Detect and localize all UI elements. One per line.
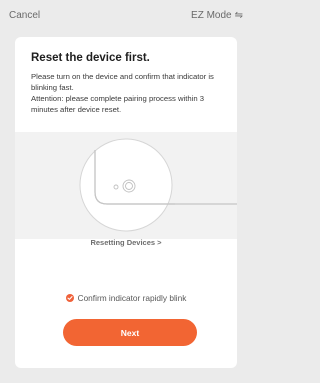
top-bar: Cancel EZ Mode ⇋: [0, 0, 251, 30]
instructions-text: Please turn on the device and confirm th…: [31, 71, 231, 115]
device-power-button-icon: [15, 132, 237, 239]
device-illustration: [15, 132, 237, 239]
cancel-button[interactable]: Cancel: [9, 10, 40, 21]
resetting-devices-link[interactable]: Resetting Devices >: [15, 238, 237, 247]
attention-line: Attention: please complete pairing proce…: [31, 94, 205, 114]
next-button[interactable]: Next: [63, 319, 197, 346]
mode-switch-button[interactable]: EZ Mode ⇋: [191, 10, 243, 21]
page-title: Reset the device first.: [31, 52, 150, 64]
swap-arrows-icon: ⇋: [234, 9, 243, 21]
reset-card: Reset the device first. Please turn on t…: [15, 37, 237, 368]
mode-label: EZ Mode: [191, 9, 232, 21]
confirm-checkbox-row[interactable]: Confirm indicator rapidly blink: [15, 293, 237, 303]
instructions-line: Please turn on the device and confirm th…: [31, 72, 214, 92]
check-circle-icon[interactable]: [65, 294, 74, 302]
confirm-label: Confirm indicator rapidly blink: [77, 293, 187, 303]
